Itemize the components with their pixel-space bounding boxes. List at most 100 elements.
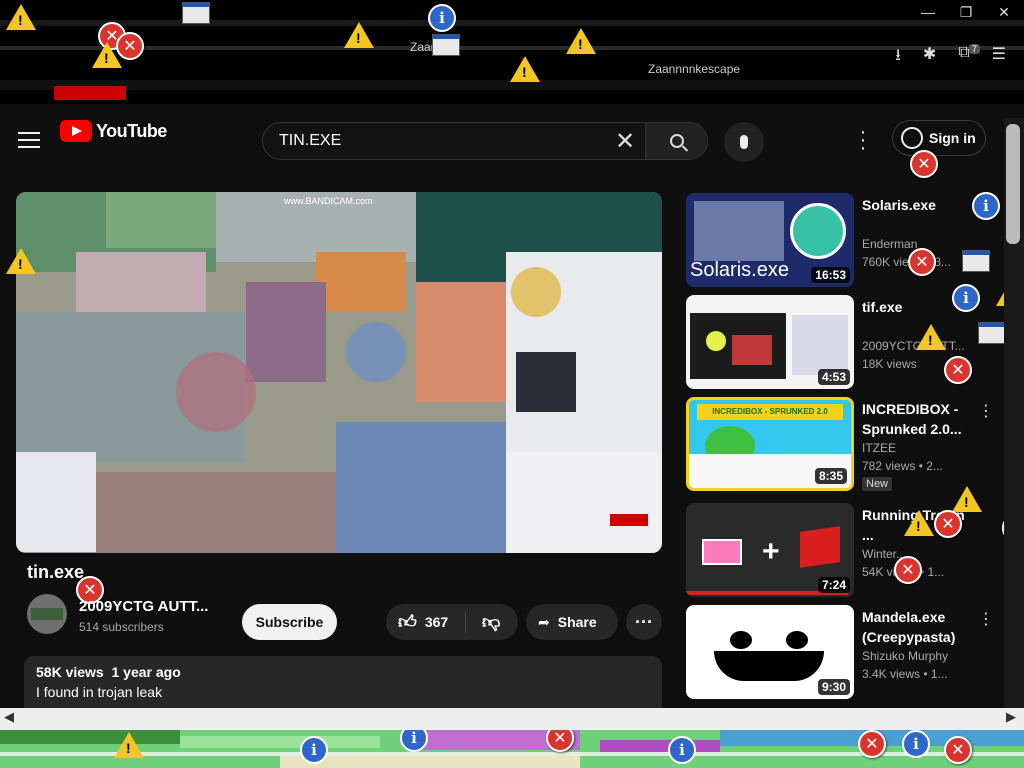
error-icon: ✕ — [908, 248, 936, 276]
minimize-button[interactable]: — — [920, 4, 936, 21]
recommendation-thumbnail: + 7:24 — [686, 503, 854, 597]
ghost-logo — [54, 86, 126, 100]
more-actions-button[interactable]: ··· — [626, 604, 662, 640]
recommendation-channel: Shizuko Murphy — [862, 649, 949, 663]
share-label: Share — [557, 614, 597, 630]
recommendation-thumbnail: INCREDIBOX - SPRUNKED 2.0 8:35 — [686, 397, 854, 491]
duration-badge: 4:53 — [817, 369, 850, 385]
error-icon: ✕ — [910, 150, 938, 178]
recommendation-thumbnail: 9:30 — [686, 605, 854, 699]
info-icon: i — [902, 730, 930, 758]
error-icon: ✕ — [944, 736, 972, 764]
subscriber-count: 514 subscribers — [79, 620, 164, 634]
browser-toolbar: Zaannnni Zaannnnkescape — ❐ ✕ ⭳ ✱ ⧉ ☰ 7 … — [0, 0, 1024, 104]
video-player[interactable]: www.BANDICAM.com — [16, 192, 662, 553]
close-window-button[interactable]: ✕ — [996, 4, 1012, 21]
scroll-right-icon[interactable]: ▶ — [1006, 709, 1016, 725]
browser-actions: ⭳ ✱ ⧉ ☰ — [895, 44, 1006, 71]
popup-window — [962, 250, 990, 272]
info-icon: i — [428, 4, 456, 32]
popup-window — [182, 2, 210, 24]
duration-badge: 8:35 — [814, 468, 847, 484]
recommendation-thumbnail: Solaris.exe 16:53 — [686, 193, 854, 287]
warning-icon — [566, 28, 596, 54]
info-icon: i — [668, 736, 696, 764]
channel-avatar[interactable] — [27, 594, 67, 634]
scrollbar-thumb[interactable] — [1006, 124, 1020, 244]
upload-age: 1 year ago — [111, 664, 181, 680]
kebab-icon[interactable]: ⋮ — [978, 609, 994, 629]
download-icon[interactable]: ⭳ — [895, 44, 901, 71]
recommendation-item[interactable]: INCREDIBOX - SPRUNKED 2.0 8:35 INCREDIBO… — [686, 397, 994, 493]
like-icon: 👍︎ — [398, 612, 417, 632]
recommendation-thumbnail: 4:53 — [686, 295, 854, 389]
youtube-logo[interactable]: YouTube — [60, 120, 167, 142]
recommendation-item[interactable]: 9:30 Mandela.exe (Creepypasta) Shizuko M… — [686, 605, 994, 701]
warning-icon — [510, 56, 540, 82]
warning-icon — [6, 4, 36, 30]
window-controls: — ❐ ✕ — [920, 4, 1012, 21]
warning-icon — [916, 324, 946, 350]
error-icon: ✕ — [944, 356, 972, 384]
view-count: 58K views — [36, 664, 104, 680]
info-icon: i — [952, 284, 980, 312]
logo-text: YouTube — [96, 120, 167, 141]
description-box[interactable]: 58K views 1 year ago I found in trojan l… — [24, 656, 662, 716]
thumbnail-text: INCREDIBOX - SPRUNKED 2.0 — [697, 404, 843, 420]
recommendation-title: Solaris.exe — [862, 197, 936, 213]
menu-icon[interactable]: ☰ — [992, 44, 1006, 71]
duration-badge: 9:30 — [817, 679, 850, 695]
video-title: tin.exe — [27, 562, 85, 582]
kebab-icon[interactable]: ⋮ — [978, 401, 994, 421]
sign-in-label: Sign in — [929, 130, 976, 146]
youtube-logo-icon — [60, 120, 92, 142]
puzzle-icon[interactable]: ⧉ — [958, 44, 969, 71]
voice-search-button[interactable] — [724, 122, 764, 162]
info-icon: i — [972, 192, 1000, 220]
recommendation-item[interactable]: Solaris.exe 16:53 Solaris.exe Enderman 7… — [686, 193, 994, 289]
warning-icon — [344, 22, 374, 48]
extension-icon[interactable]: ✱ — [923, 44, 936, 71]
glitch-strip: i i ✕ i ✕ i ✕ — [0, 730, 1024, 768]
horizontal-scrollbar[interactable] — [0, 708, 1024, 730]
dislike-icon[interactable]: 👎︎ — [466, 611, 500, 633]
warning-icon — [952, 486, 982, 512]
extension-badge: 7 — [968, 44, 980, 54]
like-button[interactable]: 👍︎ 367 — [386, 611, 466, 633]
clear-icon[interactable]: ✕ — [605, 127, 645, 156]
popup-window — [978, 322, 1006, 344]
recommendation-title: INCREDIBOX - Sprunked 2.0... — [862, 401, 962, 437]
new-badge: New — [862, 477, 893, 491]
recommendation-title: Mandela.exe (Creepypasta) — [862, 609, 956, 645]
glitch-text: Zaannnnkescape — [648, 62, 741, 76]
sign-in-button[interactable]: Sign in — [892, 120, 986, 156]
recommendation-views: 3.4K views • 1... — [862, 667, 948, 681]
warning-icon — [904, 510, 934, 536]
share-button[interactable]: ➦ Share — [526, 604, 618, 640]
warning-icon — [114, 732, 144, 758]
warning-icon — [92, 42, 122, 68]
restore-button[interactable]: ❐ — [958, 4, 974, 21]
search-input[interactable] — [263, 123, 605, 159]
scroll-left-icon[interactable]: ◀ — [4, 709, 14, 725]
like-dislike-group: 👍︎ 367 👎︎ — [386, 604, 518, 640]
recommendation-channel: ITZEE — [862, 441, 897, 455]
warning-icon — [6, 248, 36, 274]
channel-name[interactable]: 2009YCTG AUTT... — [79, 598, 219, 615]
like-count: 367 — [424, 614, 449, 630]
error-icon: ✕ — [858, 730, 886, 758]
popup-window — [432, 34, 460, 56]
kebab-icon[interactable]: · · · — [858, 122, 868, 158]
description-text: I found in trojan leak — [36, 684, 163, 700]
hamburger-icon[interactable] — [18, 132, 40, 148]
search-button[interactable] — [645, 123, 707, 159]
user-icon — [901, 127, 923, 149]
share-icon: ➦ — [538, 613, 550, 630]
video-frame: www.BANDICAM.com — [16, 192, 662, 553]
watermark: www.BANDICAM.com — [283, 196, 373, 206]
search-icon — [669, 134, 684, 148]
error-icon: ✕ — [934, 510, 962, 538]
youtube-header: YouTube ✕ ··· Sign in — [0, 104, 1024, 176]
subscribe-button[interactable]: Subscribe — [242, 604, 337, 640]
recommendation-views: 782 views • 2... — [862, 459, 943, 473]
